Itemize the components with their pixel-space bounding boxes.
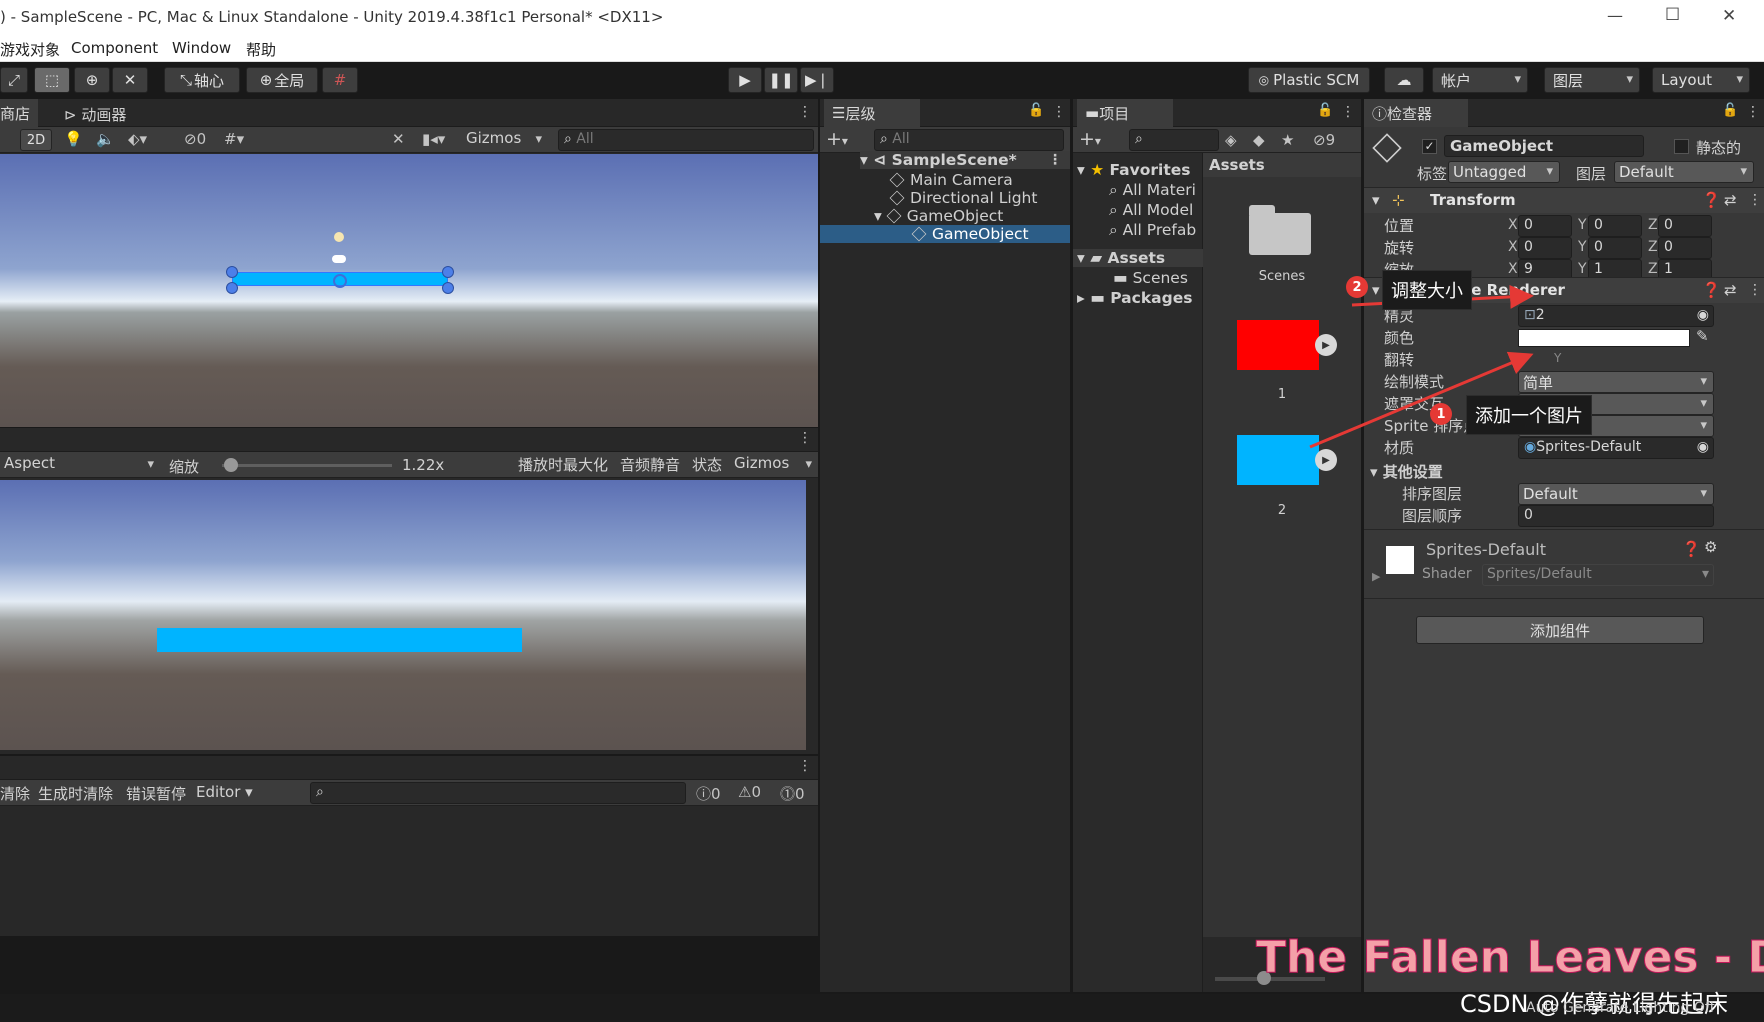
annotation-text-1: 添加一个图片 — [1466, 395, 1592, 435]
annotation-text-2: 调整大小 — [1382, 270, 1472, 310]
song-watermark: The Fallen Leaves - Dan — [1255, 932, 1764, 984]
annotation-badge-1: 1 — [1430, 403, 1452, 425]
annotation-arrows — [1309, 284, 1534, 449]
annotation-badge-2: 2 — [1346, 276, 1368, 298]
status-text: Auto Generate Lighting Off — [1526, 1000, 1715, 1016]
